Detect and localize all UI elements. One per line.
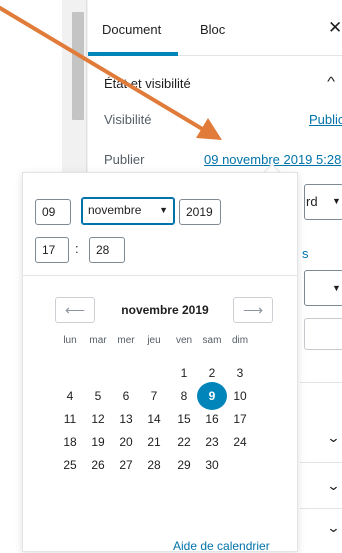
chevron-down-icon[interactable]: ⌄	[326, 478, 340, 494]
active-tab-indicator	[88, 52, 178, 56]
weekday-label: jeu	[147, 335, 161, 346]
arrow-right-icon: ⟶	[242, 302, 264, 318]
background-input[interactable]	[304, 318, 342, 350]
chevron-up-icon[interactable]: ^	[327, 74, 335, 89]
publish-label: Publier	[104, 152, 145, 167]
weekday-label: mar	[89, 335, 107, 346]
calendar-day[interactable]: 26	[83, 451, 113, 479]
chevron-down-icon[interactable]: ⌄	[326, 520, 340, 536]
arrow-left-icon: ⟵	[64, 302, 86, 318]
calendar-day[interactable]: 28	[139, 451, 169, 479]
time-separator: :	[75, 241, 79, 256]
previous-month-button[interactable]: ⟵	[55, 297, 95, 323]
annotation-arrow-head	[196, 118, 222, 140]
calendar-day[interactable]: 29	[169, 451, 199, 479]
month-select-value: novembre	[88, 203, 142, 217]
background-select-text: rd	[306, 194, 318, 209]
weekday-label: dim	[231, 335, 249, 346]
popover-divider	[23, 275, 297, 276]
weekday-label: lun	[63, 335, 77, 346]
weekday-label: mer	[117, 335, 135, 346]
day-input[interactable]: 09	[35, 199, 71, 225]
tab-bloc[interactable]: Bloc	[200, 22, 225, 37]
calendar-day[interactable]: 24	[225, 428, 255, 456]
caret-down-icon: ▼	[332, 196, 341, 206]
next-month-button[interactable]: ⟶	[233, 297, 273, 323]
visibility-label: Visibilité	[104, 112, 152, 127]
caret-down-icon: ▼	[159, 205, 168, 215]
calendar-month-title: novembre 2019	[121, 303, 209, 317]
calendar-day[interactable]: 25	[55, 451, 85, 479]
weekday-label: ven	[175, 335, 193, 346]
tab-document[interactable]: Document	[102, 22, 161, 37]
calendar-day[interactable]: 27	[111, 451, 141, 479]
sidebar-tabs: Document Bloc ✕	[88, 0, 342, 56]
close-icon[interactable]: ✕	[328, 18, 342, 38]
panel-divider	[300, 462, 342, 463]
year-input[interactable]: 2019	[179, 199, 221, 225]
background-link-text[interactable]: s	[302, 246, 309, 261]
scrollbar-thumb[interactable]	[72, 12, 84, 120]
minute-input[interactable]: 28	[89, 237, 125, 263]
panel-divider	[300, 508, 342, 509]
month-select[interactable]: novembre ▼	[81, 197, 175, 225]
caret-down-icon: ▼	[332, 283, 341, 293]
panel-divider	[300, 382, 342, 383]
date-picker-popover: 09 novembre ▼ 2019 17 : 28 ⟵ novembre 20…	[22, 172, 298, 553]
chevron-down-icon[interactable]: ⌄	[326, 430, 340, 446]
visibility-link[interactable]: Public	[309, 112, 342, 127]
panel-title[interactable]: État et visibilité	[104, 76, 191, 91]
calendar-day[interactable]: 30	[197, 451, 227, 479]
weekday-label: sam	[202, 335, 222, 346]
hour-input[interactable]: 17	[35, 237, 69, 263]
